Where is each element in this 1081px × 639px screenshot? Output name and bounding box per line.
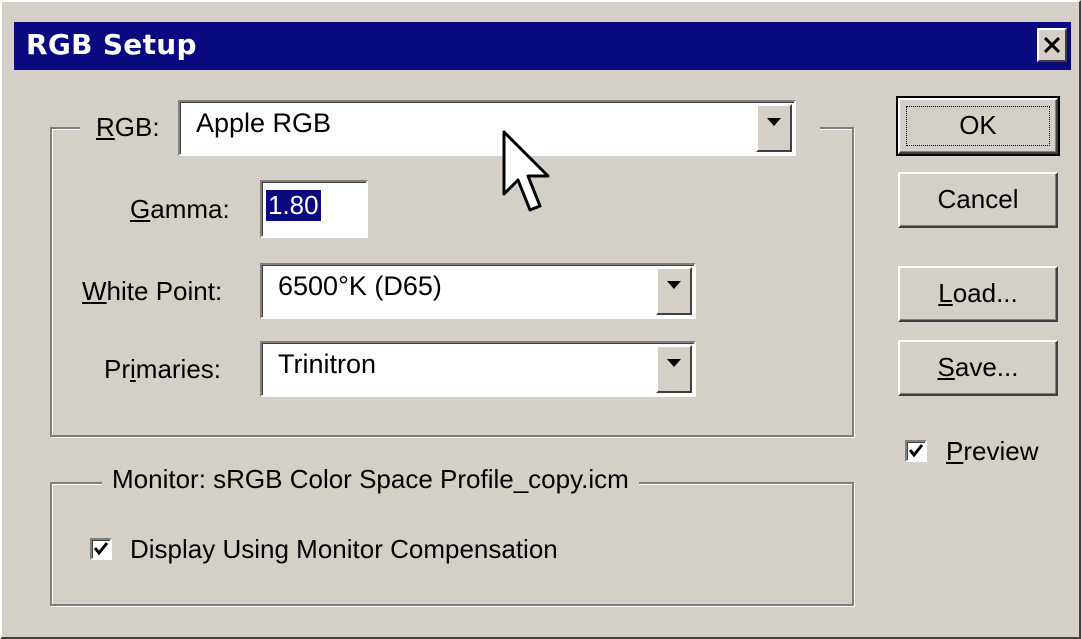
save-button[interactable]: Save...	[898, 340, 1058, 396]
white-point-label: White Point:	[82, 276, 223, 306]
focus-rect	[906, 106, 1050, 146]
primaries-dropdown[interactable]: Trinitron	[260, 341, 696, 397]
checkmark-icon	[93, 542, 109, 556]
save-label: Save...	[937, 352, 1019, 382]
monitor-legend: Monitor: sRGB Color Space Profile_copy.i…	[102, 464, 639, 495]
cancel-button[interactable]: Cancel	[898, 172, 1058, 228]
primaries-dropdown-button[interactable]	[656, 345, 692, 393]
rgb-dropdown-button[interactable]	[756, 104, 792, 152]
dropdown-arrow-icon	[667, 281, 681, 289]
rgb-setup-dialog: RGB Setup RGB: Apple RGB Gamma: 1.80 Whi…	[0, 0, 1081, 639]
white-point-dropdown-button[interactable]	[656, 267, 692, 315]
window-title: RGB Setup	[26, 28, 197, 61]
monitor-compensation-label[interactable]: Display Using Monitor Compensation	[130, 534, 558, 565]
ok-button[interactable]: OK	[896, 96, 1060, 156]
white-point-value: 6500°K (D65)	[278, 271, 442, 301]
white-point-dropdown[interactable]: 6500°K (D65)	[260, 263, 696, 319]
primaries-value: Trinitron	[278, 349, 377, 379]
gamma-label: Gamma:	[130, 194, 230, 224]
mouse-cursor-icon	[502, 130, 550, 212]
preview-label[interactable]: Preview	[946, 436, 1038, 467]
checkmark-icon	[908, 444, 924, 458]
gamma-value: 1.80	[266, 190, 321, 221]
primaries-label: Primaries:	[104, 354, 222, 384]
monitor-compensation-checkbox[interactable]	[90, 538, 112, 560]
title-bar[interactable]: RGB Setup	[14, 22, 1071, 70]
load-button[interactable]: Load...	[898, 266, 1058, 322]
rgb-label: RGB:	[96, 112, 160, 142]
close-button[interactable]	[1037, 28, 1067, 62]
close-icon	[1044, 37, 1060, 53]
dropdown-arrow-icon	[667, 359, 681, 367]
gamma-input[interactable]: 1.80	[260, 180, 368, 238]
dropdown-arrow-icon	[767, 118, 781, 126]
load-label: Load...	[938, 278, 1018, 308]
rgb-dropdown[interactable]: Apple RGB	[178, 100, 796, 156]
rgb-dropdown-value: Apple RGB	[196, 108, 332, 138]
preview-checkbox[interactable]	[905, 440, 927, 462]
cancel-label: Cancel	[937, 184, 1019, 214]
